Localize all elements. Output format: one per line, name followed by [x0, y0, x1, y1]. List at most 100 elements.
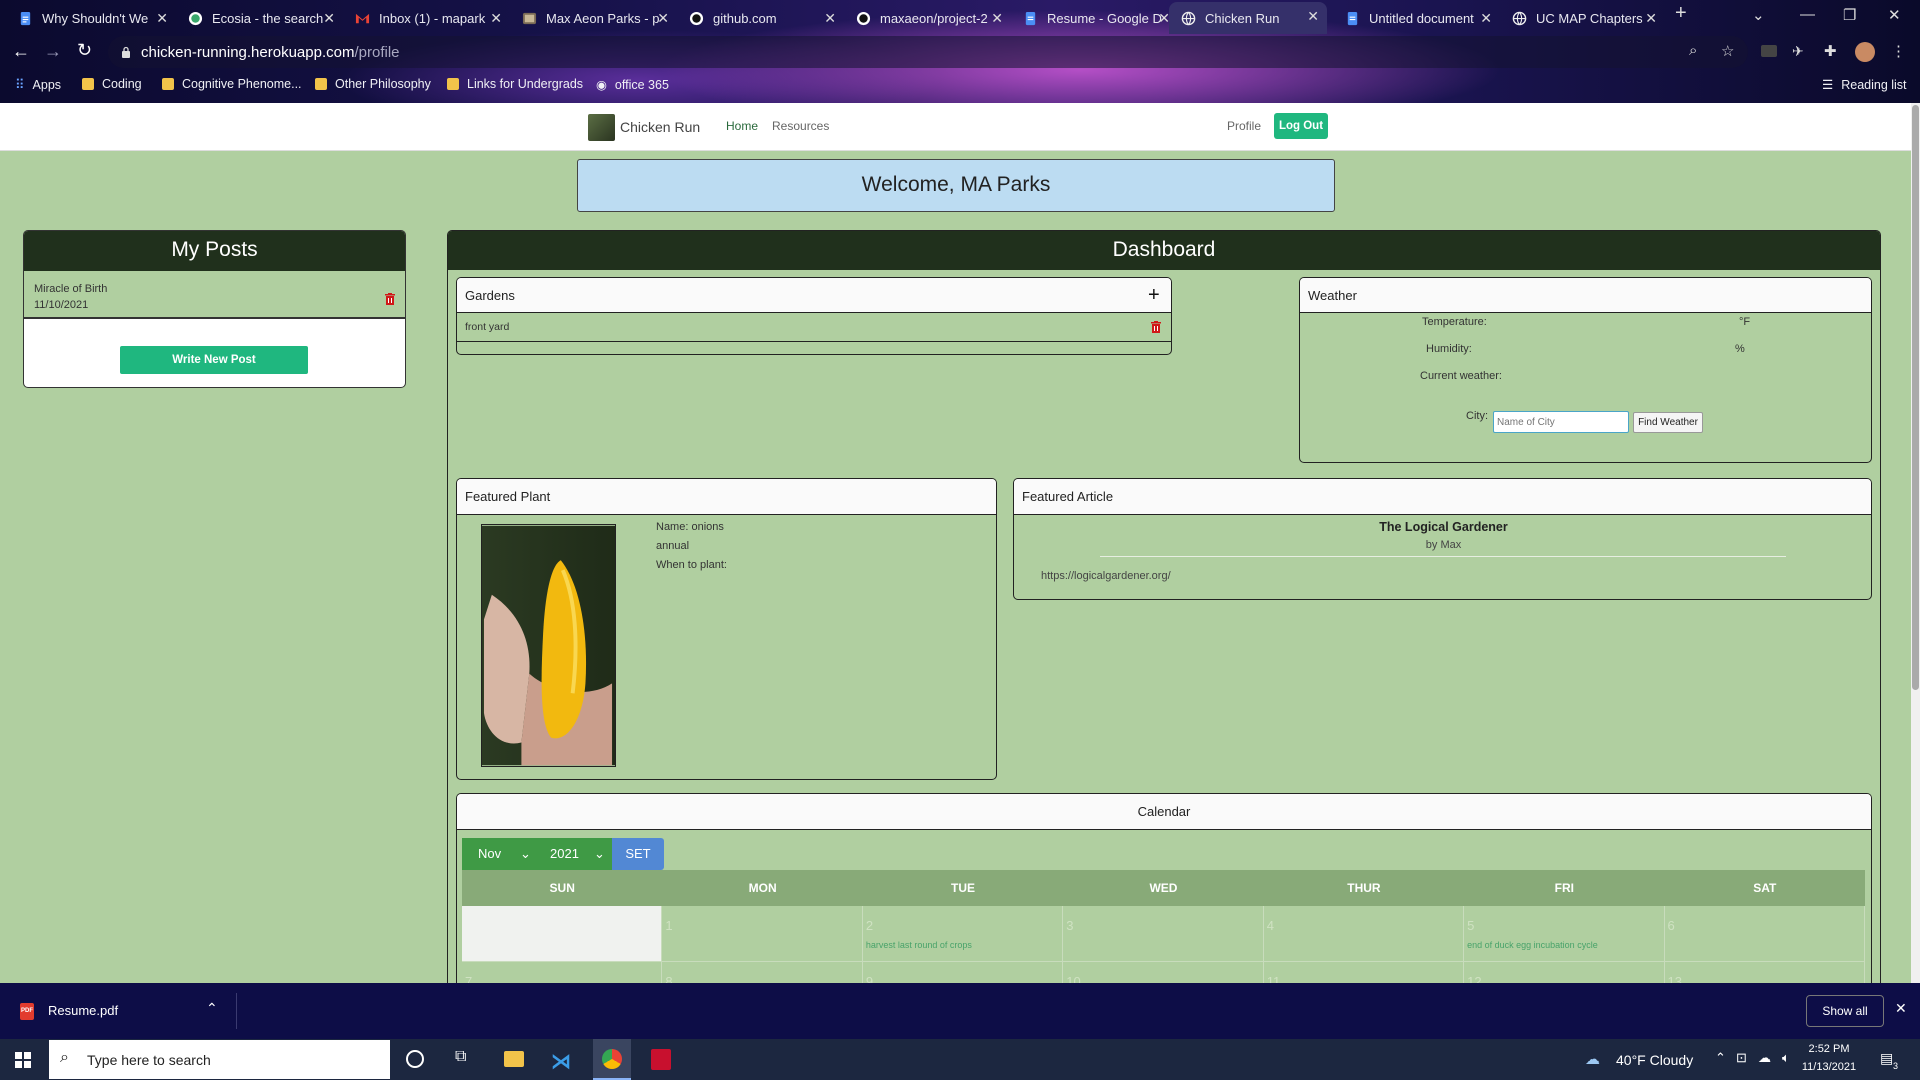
calendar-day[interactable]: 5 end of duck egg incubation cycle: [1464, 906, 1665, 961]
reading-list[interactable]: ☰ Reading list: [1822, 77, 1907, 93]
new-tab-icon[interactable]: +: [1675, 2, 1687, 25]
logout-button[interactable]: Log Out: [1274, 113, 1328, 139]
calendar-day[interactable]: 13: [1664, 962, 1865, 983]
nav-profile[interactable]: Profile: [1227, 119, 1261, 133]
close-icon[interactable]: ✕: [991, 10, 1003, 27]
browser-tab-active[interactable]: Chicken Run ✕: [1169, 2, 1327, 34]
close-icon[interactable]: ✕: [156, 10, 168, 27]
bookmark-office[interactable]: ◉ office 365: [596, 77, 669, 93]
calendar-day[interactable]: 1: [662, 906, 863, 961]
taskbar-search-box[interactable]: ⌕ Type here to search: [49, 1040, 390, 1079]
calendar-day[interactable]: 12: [1464, 962, 1665, 983]
trash-icon[interactable]: [1151, 321, 1161, 333]
close-icon[interactable]: ✕: [824, 10, 836, 27]
browser-tab[interactable]: UC MAP Chapters ✕: [1500, 4, 1665, 32]
browser-tab[interactable]: github.com ✕: [677, 4, 844, 32]
close-icon[interactable]: ✕: [1480, 10, 1492, 27]
star-icon[interactable]: ☆: [1721, 42, 1734, 60]
extension-icon[interactable]: [1761, 45, 1777, 57]
month-select[interactable]: Nov ⌄: [462, 838, 544, 870]
calendar-day[interactable]: 6: [1664, 906, 1865, 961]
cortana-icon[interactable]: [406, 1050, 424, 1068]
restore-icon[interactable]: ❐: [1843, 6, 1856, 24]
volume-icon[interactable]: 🔈︎: [1782, 1050, 1790, 1066]
calendar-day[interactable]: 3: [1063, 906, 1264, 961]
avatar[interactable]: [1855, 42, 1875, 62]
window-close-icon[interactable]: ✕: [1888, 6, 1901, 24]
tab-search-icon[interactable]: ⌄: [1752, 6, 1765, 24]
post-item[interactable]: Miracle of Birth 11/10/2021: [24, 271, 405, 319]
show-all-button[interactable]: Show all: [1806, 995, 1884, 1027]
menu-icon[interactable]: ⋮: [1891, 42, 1906, 60]
puzzle-icon[interactable]: ✚: [1824, 42, 1837, 60]
browser-tab[interactable]: maxaeon/project-2 ✕: [844, 4, 1011, 32]
article-link[interactable]: https://logicalgardener.org/: [1041, 570, 1171, 582]
write-new-post-button[interactable]: Write New Post: [120, 346, 308, 374]
scrollbar-thumb[interactable]: [1912, 105, 1919, 690]
add-icon[interactable]: +: [1148, 284, 1160, 307]
back-icon[interactable]: ←: [12, 41, 30, 62]
chevron-up-icon[interactable]: ⌃: [1715, 1050, 1726, 1066]
logo-image[interactable]: [588, 114, 615, 141]
url-text[interactable]: chicken-running.herokuapp.com/profile: [141, 44, 400, 61]
browser-tab[interactable]: Why Shouldn't We ✕: [6, 4, 176, 32]
close-icon[interactable]: ✕: [490, 10, 502, 27]
reload-icon[interactable]: ↻: [77, 40, 92, 61]
calendar-event[interactable]: harvest last round of crops: [866, 940, 1059, 950]
nav-home[interactable]: Home: [726, 119, 758, 133]
close-icon[interactable]: ✕: [657, 10, 669, 27]
browser-tab[interactable]: Ecosia - the search ✕: [176, 4, 343, 32]
bookmark-folder[interactable]: Other Philosophy: [315, 77, 431, 91]
task-view-icon[interactable]: ⧉: [455, 1048, 466, 1066]
clock-time[interactable]: 2:52 PM: [1805, 1043, 1853, 1055]
browser-tab[interactable]: Untitled document ✕: [1333, 4, 1500, 32]
minimize-icon[interactable]: —: [1800, 6, 1815, 23]
city-input[interactable]: [1493, 411, 1629, 433]
network-icon[interactable]: ⊡: [1736, 1050, 1747, 1066]
windows-start-icon[interactable]: [15, 1052, 31, 1068]
nav-resources[interactable]: Resources: [772, 119, 829, 133]
close-icon[interactable]: ✕: [323, 10, 335, 27]
forward-icon[interactable]: →: [44, 41, 62, 62]
find-weather-button[interactable]: Find Weather: [1633, 412, 1703, 433]
article-title[interactable]: The Logical Gardener: [1014, 520, 1871, 534]
mcafee-icon[interactable]: [651, 1049, 671, 1070]
brand-name[interactable]: Chicken Run: [620, 119, 700, 135]
onedrive-icon[interactable]: ☁: [1758, 1050, 1771, 1066]
calendar-day[interactable]: 7: [462, 962, 663, 983]
browser-tab[interactable]: Resume - Google D ✕: [1011, 4, 1178, 32]
calendar-week: 1 2 harvest last round of crops 3 4 5 end …: [462, 906, 1865, 962]
close-icon[interactable]: ✕: [1645, 10, 1657, 27]
chevron-down-icon: ⌄: [520, 846, 531, 861]
bookmark-folder[interactable]: Cognitive Phenome...: [162, 77, 302, 91]
browser-tab[interactable]: Max Aeon Parks - p ✕: [510, 4, 677, 32]
clock-date[interactable]: 11/13/2021: [1800, 1061, 1858, 1073]
bookmark-folder[interactable]: Coding: [82, 77, 142, 91]
taskbar-weather[interactable]: 40°F Cloudy: [1616, 1052, 1693, 1068]
close-icon[interactable]: ✕: [1895, 1000, 1907, 1017]
calendar-day[interactable]: 10: [1063, 962, 1264, 983]
calendar-day[interactable]: 9: [862, 962, 1064, 983]
vscode-icon[interactable]: ⋊: [551, 1049, 571, 1074]
calendar-event[interactable]: end of duck egg incubation cycle: [1467, 940, 1660, 950]
chrome-taskbar-button[interactable]: [593, 1039, 631, 1080]
extension-icon[interactable]: ✈: [1792, 43, 1804, 60]
browser-tab[interactable]: Inbox (1) - mapark ✕: [343, 4, 510, 32]
file-explorer-icon[interactable]: [504, 1051, 524, 1067]
bookmark-apps[interactable]: ⠿ Apps: [15, 77, 61, 93]
calendar-day[interactable]: 11: [1263, 962, 1465, 983]
trash-icon[interactable]: [385, 293, 395, 305]
calendar-day[interactable]: 8: [662, 962, 863, 983]
bookmark-folder[interactable]: Links for Undergrads: [447, 77, 583, 91]
notifications-icon[interactable]: ▤: [1880, 1050, 1893, 1067]
chevron-up-icon[interactable]: ⌃: [206, 1000, 218, 1017]
year-select[interactable]: 2021 ⌄: [544, 838, 612, 870]
page-scrollbar[interactable]: [1911, 103, 1920, 983]
zoom-icon[interactable]: ⌕: [1689, 42, 1697, 59]
garden-item[interactable]: front yard: [457, 313, 1171, 342]
calendar-day[interactable]: 2 harvest last round of crops: [862, 906, 1064, 961]
calendar-day[interactable]: 4: [1263, 906, 1465, 961]
set-button[interactable]: SET: [612, 838, 664, 870]
download-filename[interactable]: Resume.pdf: [48, 1003, 118, 1018]
close-icon[interactable]: ✕: [1307, 8, 1319, 25]
